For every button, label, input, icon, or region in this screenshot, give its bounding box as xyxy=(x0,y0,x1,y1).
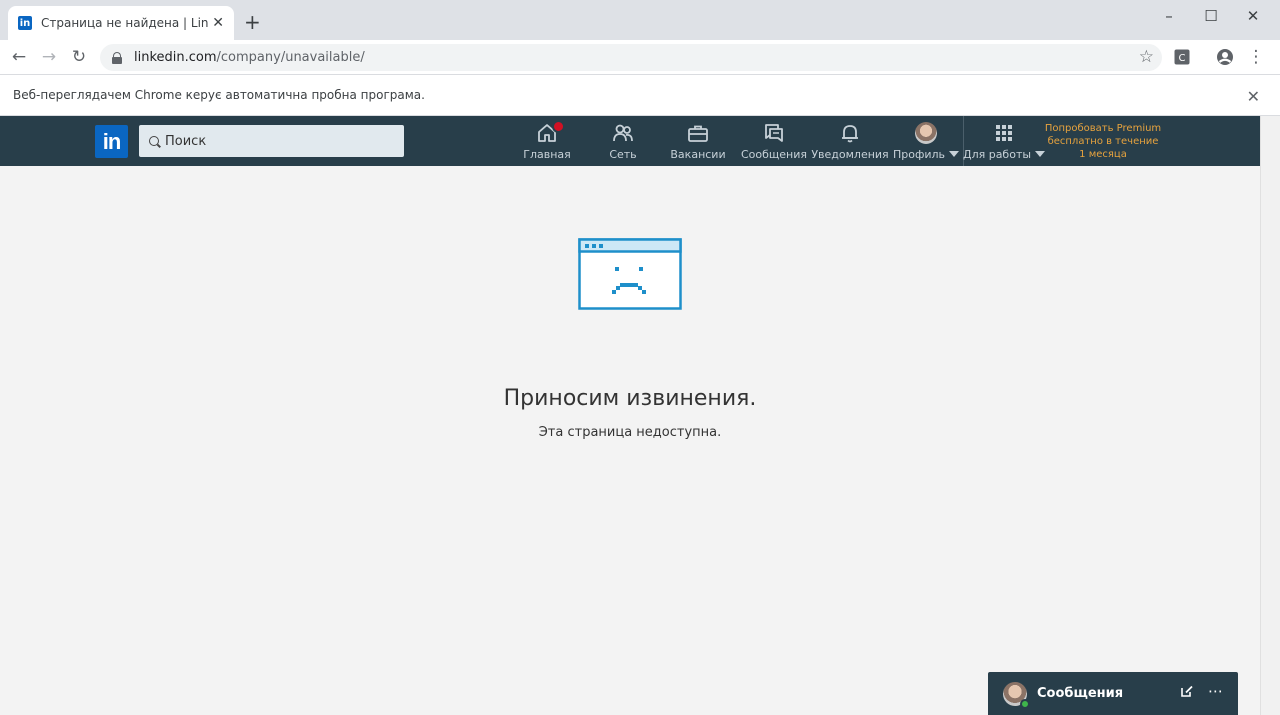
url-path: /company/unavailable/ xyxy=(216,50,365,65)
avatar xyxy=(1003,681,1030,709)
address-bar[interactable]: linkedin.com/company/unavailable/ ☆ xyxy=(100,44,1162,71)
tab-title: Страница не найдена | LinkedIn xyxy=(41,16,209,30)
browser-tab-strip: in Страница не найдена | LinkedIn ✕ + – … xyxy=(0,0,1280,40)
nav-item-network[interactable]: Сеть xyxy=(598,116,648,166)
premium-line-2: бесплатно в течение xyxy=(1047,136,1159,147)
reload-icon[interactable]: ↻ xyxy=(67,46,91,68)
page-subtitle: Эта страница недоступна. xyxy=(538,425,722,440)
compose-message-icon[interactable] xyxy=(1180,684,1194,702)
linkedin-nav: in Главная Сеть Вакансии Сообщения Уведо xyxy=(0,116,1260,166)
automation-infobar: Веб-переглядачем Chrome керує автоматичн… xyxy=(0,74,1280,116)
browser-tab[interactable]: in Страница не найдена | LinkedIn ✕ xyxy=(8,6,234,40)
bell-icon xyxy=(838,121,862,145)
nav-item-work[interactable]: Для работы xyxy=(963,116,1046,166)
nav-item-jobs[interactable]: Вакансии xyxy=(668,116,728,166)
network-icon xyxy=(611,121,635,145)
extension-icon[interactable]: C xyxy=(1170,46,1194,68)
avatar xyxy=(915,122,937,144)
more-options-icon[interactable]: ⋯ xyxy=(1208,682,1224,700)
messaging-label: Сообщения xyxy=(1037,686,1124,701)
linkedin-favicon: in xyxy=(18,16,32,30)
messaging-overlay-bar[interactable]: Сообщения ⋯ xyxy=(988,672,1238,715)
nav-item-home[interactable]: Главная xyxy=(522,116,572,166)
back-arrow-icon[interactable]: ← xyxy=(7,46,31,68)
page-title: Приносим извинения. xyxy=(503,386,757,411)
profile-avatar xyxy=(914,121,938,145)
nav-item-notifications[interactable]: Уведомления xyxy=(811,116,889,166)
caret-down-icon xyxy=(949,151,960,157)
premium-line-3: 1 месяца xyxy=(1079,149,1127,160)
search-input[interactable] xyxy=(165,133,385,149)
try-premium-link[interactable]: Попробовать Premium бесплатно в течение … xyxy=(1043,122,1163,161)
nav-item-profile[interactable]: Профиль xyxy=(892,116,960,166)
infobar-text: Веб-переглядачем Chrome керує автоматичн… xyxy=(13,88,425,102)
search-box[interactable] xyxy=(139,125,404,157)
sad-browser-window-icon xyxy=(578,238,682,314)
nav-item-messages[interactable]: Сообщения xyxy=(740,116,808,166)
briefcase-icon xyxy=(686,121,710,145)
page-scrollbar[interactable] xyxy=(1260,116,1280,715)
svg-text:C: C xyxy=(1179,53,1186,64)
window-close-icon[interactable]: ✕ xyxy=(1230,6,1276,26)
nav-label-notifications: Уведомления xyxy=(811,148,889,161)
nav-label-jobs: Вакансии xyxy=(670,148,726,161)
infobar-close-icon[interactable]: ✕ xyxy=(1247,87,1260,106)
grid-icon xyxy=(992,121,1016,145)
maximize-icon[interactable]: ☐ xyxy=(1188,6,1234,26)
nav-label-profile: Профиль xyxy=(893,148,960,161)
online-status-dot xyxy=(1020,698,1030,709)
minimize-icon[interactable]: – xyxy=(1146,6,1192,26)
bookmark-star-icon[interactable]: ☆ xyxy=(1139,47,1154,67)
nav-label-network: Сеть xyxy=(609,148,637,161)
nav-label-messages: Сообщения xyxy=(740,148,807,161)
tab-close-icon[interactable]: ✕ xyxy=(212,15,224,31)
nav-label-work: Для работы xyxy=(963,148,1046,161)
browser-toolbar: ← → ↻ linkedin.com/company/unavailable/ … xyxy=(0,40,1280,74)
premium-line-1: Попробовать Premium xyxy=(1044,123,1162,134)
forward-arrow-icon[interactable]: → xyxy=(37,46,61,68)
browser-menu-icon[interactable]: ⋮ xyxy=(1244,46,1268,68)
error-page-content: Приносим извинения. Эта страница недосту… xyxy=(0,166,1260,715)
nav-label-home: Главная xyxy=(523,148,571,161)
messages-icon xyxy=(762,121,786,145)
new-tab-plus-icon[interactable]: + xyxy=(244,11,261,33)
notification-badge xyxy=(552,120,565,133)
search-icon xyxy=(149,136,159,146)
account-icon[interactable] xyxy=(1213,46,1237,68)
lock-icon xyxy=(112,51,122,64)
url-host: linkedin.com xyxy=(134,50,217,65)
home-icon xyxy=(535,120,565,145)
linkedin-logo[interactable]: in xyxy=(95,125,128,158)
